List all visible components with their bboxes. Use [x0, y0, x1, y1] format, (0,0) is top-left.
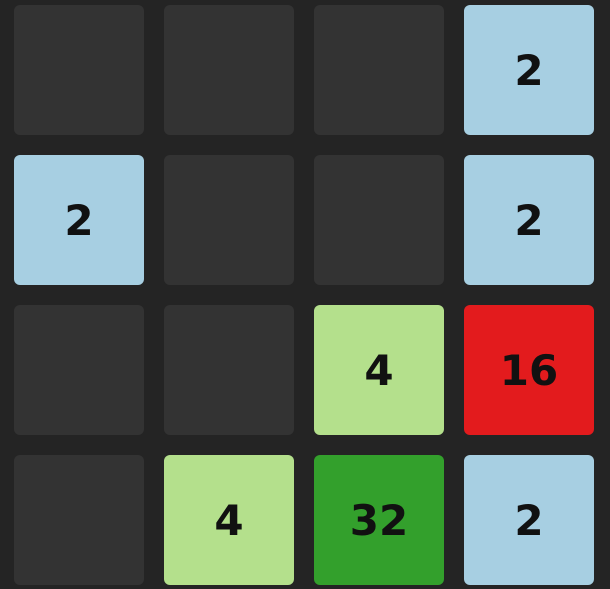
- tile-r3-c2: 32: [314, 455, 444, 585]
- tile-r1-c3: 2: [464, 155, 594, 285]
- tile-r0-c3: 2: [464, 5, 594, 135]
- tile-r2-c2: 4: [314, 305, 444, 435]
- tile-r1-c0: 2: [14, 155, 144, 285]
- tile-r0-c1: [164, 5, 294, 135]
- tile-r1-c2: [314, 155, 444, 285]
- tile-r3-c0: [14, 455, 144, 585]
- tile-r3-c1: 4: [164, 455, 294, 585]
- tile-r1-c1: [164, 155, 294, 285]
- game-board: 2 2 2 4 16 4 32 2: [0, 0, 610, 589]
- tile-r2-c1: [164, 305, 294, 435]
- tile-r0-c2: [314, 5, 444, 135]
- tile-r0-c0: [14, 5, 144, 135]
- tile-r2-c3: 16: [464, 305, 594, 435]
- tile-r2-c0: [14, 305, 144, 435]
- tile-r3-c3: 2: [464, 455, 594, 585]
